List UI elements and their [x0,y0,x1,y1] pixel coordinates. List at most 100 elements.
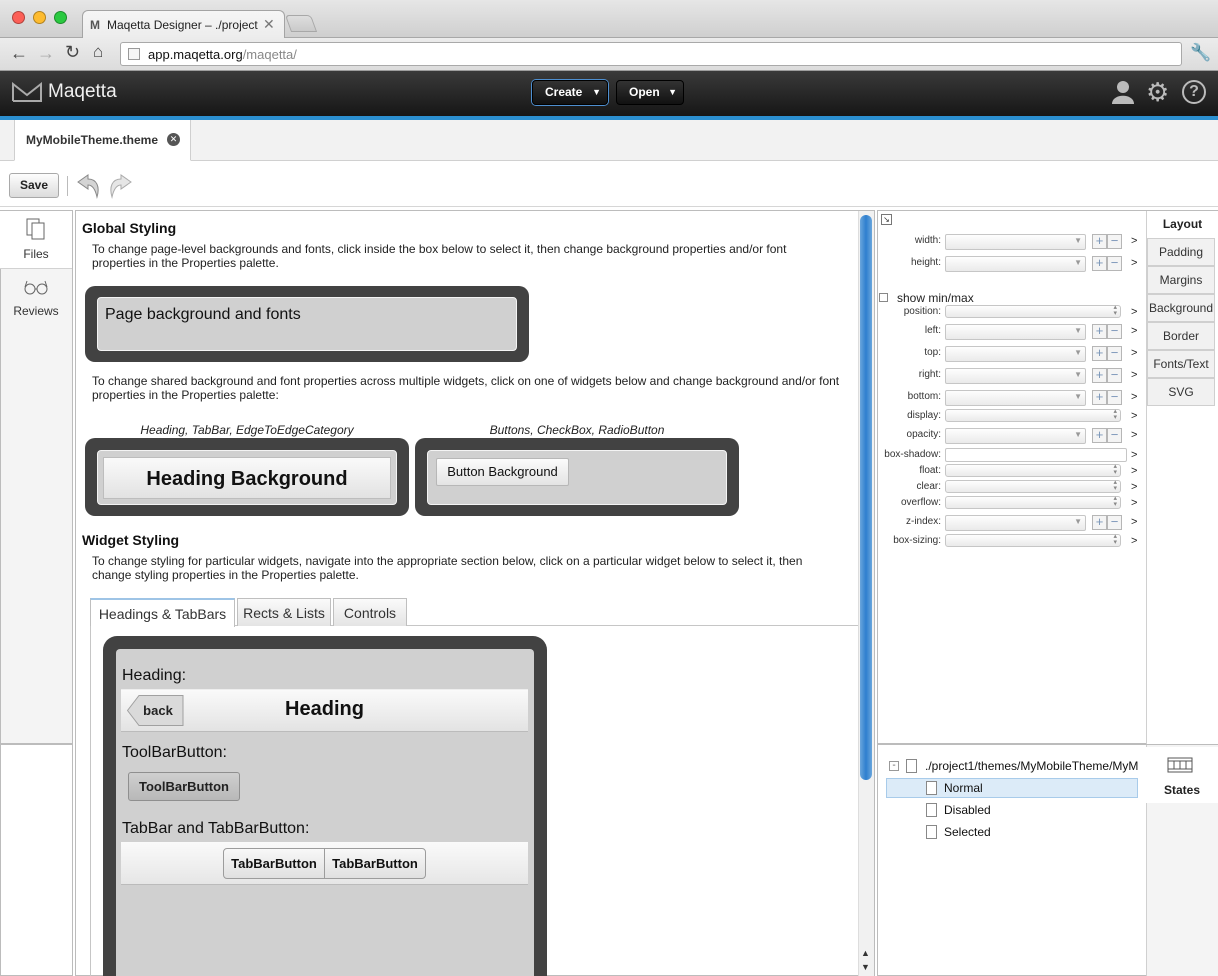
prop-increment-top[interactable]: + [1092,346,1107,361]
prop-decrement-width[interactable]: − [1107,234,1122,249]
tab-svg[interactable]: SVG [1147,378,1215,406]
prop-expand-float[interactable]: > [1131,465,1137,477]
prop-decrement-bottom[interactable]: − [1107,390,1122,405]
forward-arrow-icon[interactable]: → [37,43,55,64]
tab-layout[interactable]: Layout [1147,211,1218,237]
prop-input-opacity[interactable]: ▼ [945,428,1086,444]
toolbar-button[interactable]: ToolBarButton [128,772,240,801]
prop-input-width[interactable]: ▼ [945,234,1086,250]
browser-tab[interactable]: M Maqetta Designer – ./project ✕ [82,10,285,39]
prop-expand-left[interactable]: > [1131,325,1137,337]
collapse-tree-icon[interactable]: - [889,761,899,771]
state-normal[interactable]: Normal [944,781,983,795]
prop-expand-right[interactable]: > [1131,369,1137,381]
prop-input-box-shadow[interactable] [945,448,1127,462]
prop-expand-display[interactable]: > [1131,410,1137,422]
collapse-palette-icon[interactable]: ↘ [881,214,892,225]
prop-label-z-index: z-index: [905,516,941,527]
dropdown-arrow-icon: ▼ [1074,236,1082,245]
prop-input-bottom[interactable]: ▼ [945,390,1086,406]
home-icon[interactable]: ⌂ [93,42,103,62]
tabbar-button-1[interactable]: TabBarButton [223,848,325,879]
heading-background-widget[interactable]: Heading Background [103,457,391,499]
help-icon[interactable]: ? [1182,80,1206,104]
wrench-icon[interactable]: 🔧 [1190,43,1211,63]
reviews-tab[interactable]: Reviews [0,270,72,328]
page-background-box[interactable]: Page background and fonts [97,297,517,351]
prop-increment-height[interactable]: + [1092,256,1107,271]
settings-gear-icon[interactable]: ⚙ [1146,77,1169,108]
save-button[interactable]: Save [9,173,59,198]
prop-input-box-sizing[interactable]: ▴ ▾ [945,533,1121,547]
document-tab[interactable]: MyMobileTheme.theme ✕ [14,120,191,161]
back-arrow-icon[interactable]: ← [10,43,28,64]
prop-input-clear[interactable]: ▴ ▾ [945,479,1121,493]
tabbar-button-2[interactable]: TabBarButton [324,848,426,879]
state-selected[interactable]: Selected [944,825,991,839]
prop-expand-position[interactable]: > [1131,306,1137,318]
reload-icon[interactable]: ↻ [65,42,80,63]
prop-label-float: float: [919,465,941,476]
prop-expand-height[interactable]: > [1131,257,1137,269]
undo-icon[interactable] [75,173,101,199]
prop-decrement-left[interactable]: − [1107,324,1122,339]
close-tab-icon[interactable]: ✕ [263,16,275,33]
prop-increment-bottom[interactable]: + [1092,390,1107,405]
tab-headings-tabbars[interactable]: Headings & TabBars [90,598,235,627]
prop-increment-z-index[interactable]: + [1092,515,1107,530]
state-disabled[interactable]: Disabled [944,803,991,817]
select-arrows-icon: ▴ ▾ [1113,408,1117,421]
open-menu-button[interactable]: Open ▼ [616,80,684,105]
user-icon[interactable] [1111,80,1135,104]
prop-expand-overflow[interactable]: > [1131,497,1137,509]
close-document-icon[interactable]: ✕ [167,133,180,146]
prop-expand-top[interactable]: > [1131,347,1137,359]
redo-icon[interactable] [108,173,134,199]
states-tab[interactable]: States [1146,747,1218,803]
button-background-widget[interactable]: Button Background [436,458,569,486]
prop-decrement-opacity[interactable]: − [1107,428,1122,443]
close-window-icon[interactable] [12,11,25,24]
prop-decrement-height[interactable]: − [1107,256,1122,271]
prop-input-right[interactable]: ▼ [945,368,1086,384]
tab-controls[interactable]: Controls [333,598,407,626]
tab-fonts-text[interactable]: Fonts/Text [1147,350,1215,378]
prop-decrement-top[interactable]: − [1107,346,1122,361]
prop-expand-bottom[interactable]: > [1131,391,1137,403]
canvas-scrollbar-thumb[interactable] [860,215,872,780]
tab-border[interactable]: Border [1147,322,1215,350]
prop-input-float[interactable]: ▴ ▾ [945,463,1121,477]
prop-input-z-index[interactable]: ▼ [945,515,1086,531]
prop-input-position[interactable]: ▴ ▾ [945,304,1121,318]
prop-expand-z-index[interactable]: > [1131,516,1137,528]
scroll-up-icon[interactable]: ▲ [861,948,870,958]
prop-increment-right[interactable]: + [1092,368,1107,383]
tab-margins[interactable]: Margins [1147,266,1215,294]
prop-input-left[interactable]: ▼ [945,324,1086,340]
prop-expand-clear[interactable]: > [1131,481,1137,493]
files-tab[interactable]: Files [0,211,72,269]
tab-padding[interactable]: Padding [1147,238,1215,266]
prop-expand-width[interactable]: > [1131,235,1137,247]
create-menu-button[interactable]: Create ▼ [532,80,608,105]
tab-background[interactable]: Background [1147,294,1215,322]
show-minmax-checkbox[interactable] [879,293,888,302]
prop-increment-left[interactable]: + [1092,324,1107,339]
prop-input-display[interactable]: ▴ ▾ [945,408,1121,422]
prop-increment-width[interactable]: + [1092,234,1107,249]
prop-decrement-right[interactable]: − [1107,368,1122,383]
prop-expand-opacity[interactable]: > [1131,429,1137,441]
address-bar[interactable]: app.maqetta.org/maqetta/ [120,42,1182,66]
scroll-down-icon[interactable]: ▼ [861,962,870,972]
prop-increment-opacity[interactable]: + [1092,428,1107,443]
prop-input-overflow[interactable]: ▴ ▾ [945,495,1121,509]
minimize-window-icon[interactable] [33,11,46,24]
zoom-window-icon[interactable] [54,11,67,24]
prop-expand-box-sizing[interactable]: > [1131,535,1137,547]
prop-expand-box-shadow[interactable]: > [1131,449,1137,461]
prop-decrement-z-index[interactable]: − [1107,515,1122,530]
prop-input-top[interactable]: ▼ [945,346,1086,362]
prop-input-height[interactable]: ▼ [945,256,1086,272]
tab-rects-lists[interactable]: Rects & Lists [237,598,331,626]
state-selected-icon [926,825,937,839]
